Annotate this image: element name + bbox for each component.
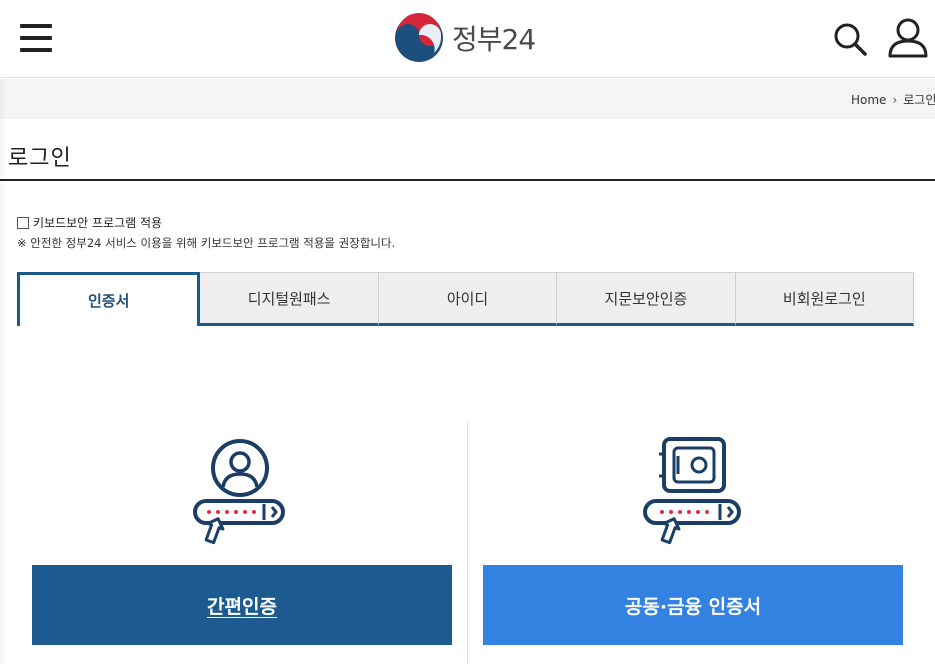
- tab-id[interactable]: 아이디: [378, 272, 558, 326]
- user-icon[interactable]: [887, 18, 929, 58]
- logo-text: 정부24: [452, 23, 536, 56]
- simple-auth-button[interactable]: 간편인증: [32, 565, 452, 645]
- left-edge-shadow: [0, 79, 6, 664]
- login-tabs: 인증서 디지털원패스 아이디 지문보안인증 비회원로그인: [17, 272, 915, 326]
- tab-fingerprint[interactable]: 지문보안인증: [557, 272, 736, 326]
- hamburger-icon[interactable]: [20, 24, 54, 52]
- keyboard-security-label[interactable]: 키보드보안 프로그램 적용: [33, 214, 162, 231]
- page-title: 로그인: [8, 146, 72, 171]
- tab-guest-login[interactable]: 비회원로그인: [735, 272, 915, 326]
- breadcrumb: Home › 로그인: [851, 91, 935, 108]
- joint-certificate-button[interactable]: 공동·금융 인증서: [483, 565, 903, 645]
- person-id-card-icon: [192, 438, 288, 548]
- keyboard-security-row: 키보드보안 프로그램 적용: [17, 214, 162, 231]
- keyboard-security-notice: ※ 안전한 정부24 서비스 이용을 위해 키보드보안 프로그램 적용을 권장합…: [17, 236, 396, 250]
- tab-certificate[interactable]: 인증서: [17, 272, 201, 326]
- breadcrumb-home[interactable]: Home: [851, 93, 886, 107]
- tab-digital-onepass[interactable]: 디지털원패스: [200, 272, 379, 326]
- keyboard-security-checkbox[interactable]: [17, 216, 29, 229]
- taegeuk-logo-icon: [395, 13, 443, 62]
- safe-card-icon: [642, 436, 746, 548]
- chevron-right-icon: ›: [892, 92, 898, 107]
- column-divider: [467, 420, 468, 664]
- site-header: 정부24: [0, 0, 935, 78]
- site-logo[interactable]: 정부24: [394, 13, 536, 63]
- title-divider: [0, 179, 935, 181]
- search-icon[interactable]: [833, 22, 867, 56]
- breadcrumb-current: 로그인: [903, 93, 935, 107]
- breadcrumb-bar: Home › 로그인: [0, 79, 935, 118]
